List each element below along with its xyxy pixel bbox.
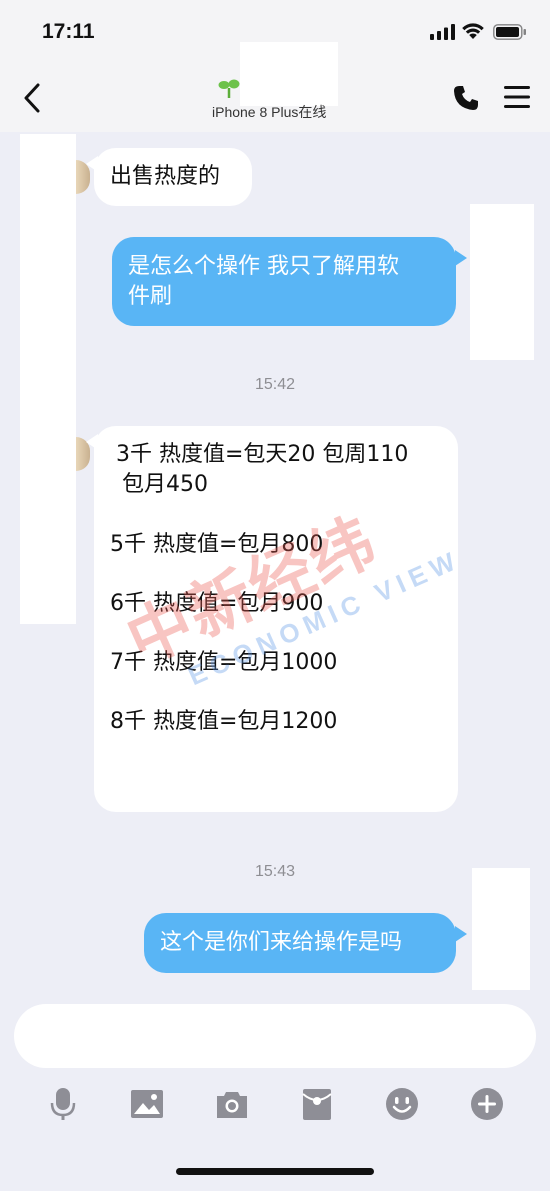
home-indicator [176, 1168, 374, 1175]
phone-icon[interactable] [452, 84, 480, 112]
wifi-icon [462, 23, 484, 39]
sprout-icon [218, 79, 240, 98]
redacted-avatar-right [470, 204, 534, 360]
incoming-message-price-list[interactable]: 3千 热度值=包天20 包周110 包月450 5千 热度值=包月800 6千 … [94, 426, 458, 812]
chat-header: iPhone 8 Plus在线 [0, 42, 550, 132]
price-line: 7千 热度值=包月1000 [110, 650, 338, 675]
red-packet-icon[interactable] [299, 1086, 335, 1122]
menu-icon[interactable] [504, 84, 532, 110]
timestamp: 15:43 [254, 863, 296, 880]
status-time: 17:11 [42, 20, 95, 43]
timestamp: 15:42 [254, 376, 296, 393]
price-line: 8千 热度值=包月1200 [110, 709, 338, 734]
image-icon[interactable] [129, 1086, 165, 1122]
plus-icon[interactable] [469, 1086, 505, 1122]
outgoing-message[interactable]: 是怎么个操作 我只了解用软 件刷 [112, 237, 456, 326]
camera-icon[interactable] [214, 1086, 250, 1122]
incoming-message[interactable]: 出售热度的 [94, 148, 252, 206]
message-text: 出售热度的 [110, 164, 221, 189]
input-area [0, 990, 550, 1191]
device-status: iPhone 8 Plus在线 [212, 104, 327, 120]
bubble-tail [455, 926, 467, 942]
message-text: 这个是你们来给操作是吗 [160, 930, 403, 955]
emoji-icon[interactable] [384, 1086, 420, 1122]
message-text-line: 是怎么个操作 我只了解用软 [128, 254, 399, 279]
redacted-contact-name [240, 42, 338, 106]
battery-icon [493, 24, 526, 40]
outgoing-message[interactable]: 这个是你们来给操作是吗 [144, 913, 456, 973]
redacted-avatar-right [472, 868, 530, 990]
price-line: 3千 热度值=包天20 包周110 [116, 442, 409, 467]
message-list[interactable]: 出售热度的 是怎么个操作 我只了解用软 件刷 15:42 3千 热度值=包天20… [0, 132, 550, 990]
signal-icon [430, 24, 455, 40]
message-input[interactable] [14, 1004, 536, 1068]
price-line: 包月450 [122, 472, 208, 497]
price-line: 6千 热度值=包月900 [110, 591, 324, 616]
price-line: 5千 热度值=包月800 [110, 532, 324, 557]
message-text-line: 件刷 [128, 284, 173, 309]
bubble-tail [455, 250, 467, 266]
microphone-icon[interactable] [45, 1086, 81, 1122]
back-icon[interactable] [20, 82, 46, 114]
